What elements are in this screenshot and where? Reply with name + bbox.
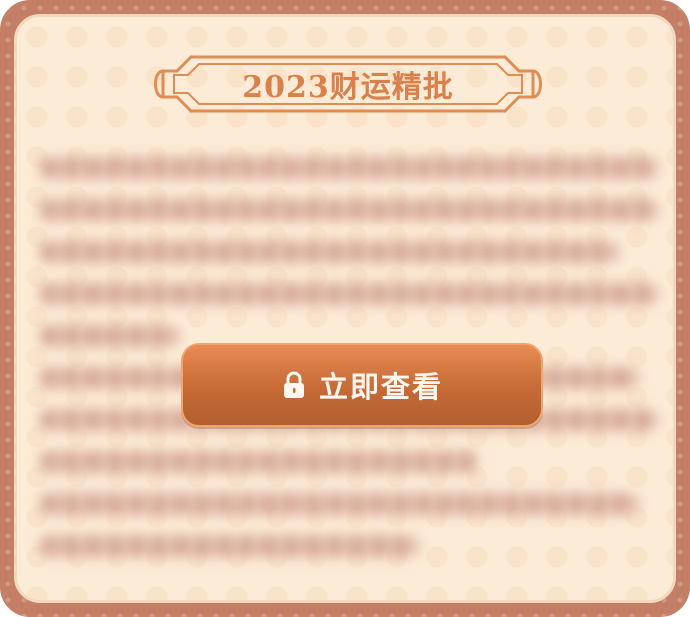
title-plaque: 2023财运精批 [147, 41, 549, 127]
fortune-card-panel: 2023财运精批 立即查看 [14, 14, 676, 603]
lock-icon [283, 371, 304, 398]
unlock-button[interactable]: 立即查看 [181, 343, 543, 427]
fortune-card-frame: 2023财运精批 立即查看 [0, 0, 690, 617]
page-title: 2023财运精批 [242, 70, 454, 105]
unlock-button-label: 立即查看 [318, 370, 443, 404]
